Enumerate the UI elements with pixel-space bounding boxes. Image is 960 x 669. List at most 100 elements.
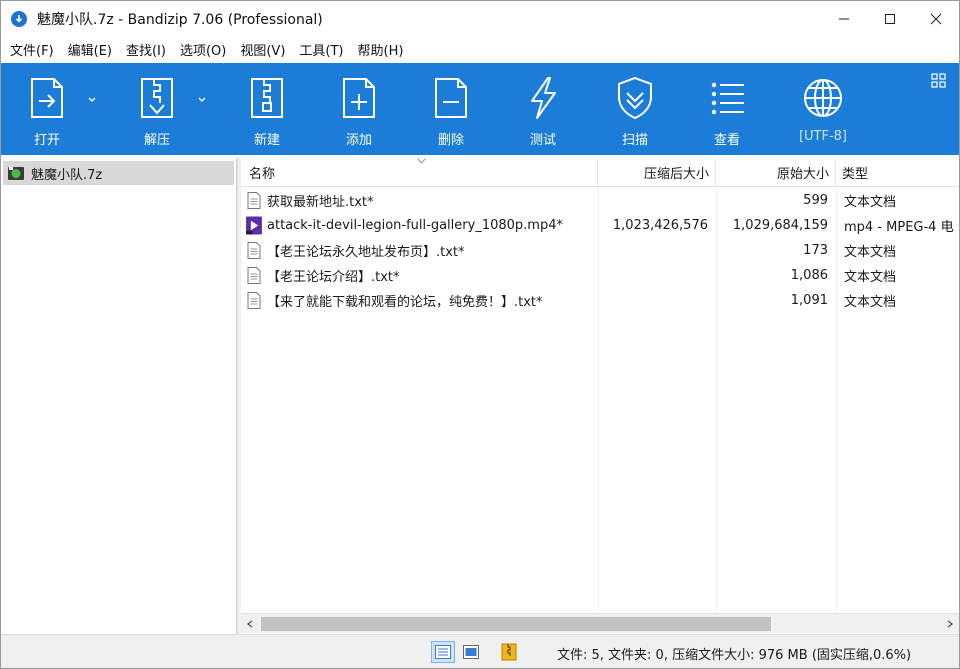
add-label: 添加 <box>345 133 372 148</box>
file-compressed-size: 1,023,426,576 <box>612 218 708 233</box>
open-button[interactable]: 打开 <box>1 63 96 155</box>
menu-bar: 文件(F) 编辑(E) 查找(I) 选项(O) 视图(V) 工具(T) 帮助(H… <box>1 37 959 61</box>
menu-file[interactable]: 文件(F) <box>5 40 59 59</box>
column-header-name[interactable]: 名称 <box>241 158 598 187</box>
text-file-icon <box>247 267 261 284</box>
status-summary: 文件: 5, 文件夹: 0, 压缩文件大小: 976 MB (固实压缩,0.6%… <box>557 648 912 663</box>
new-archive-button[interactable]: 新建 <box>221 63 313 155</box>
extract-dropdown-icon[interactable] <box>197 95 207 105</box>
grid-layout-icon <box>931 73 946 88</box>
delete-file-icon <box>435 78 467 118</box>
title-bar: 魅魔小队.7z - Bandizip 7.06 (Professional) <box>1 1 959 37</box>
column-name-label: 名称 <box>249 167 276 182</box>
menu-view[interactable]: 视图(V) <box>235 40 290 59</box>
view-label: 查看 <box>713 133 740 148</box>
archive-info-button[interactable] <box>497 641 521 663</box>
scroll-thumb[interactable] <box>261 617 771 631</box>
view-button[interactable]: 查看 <box>681 63 773 155</box>
file-row[interactable]: 【来了就能下载和观看的论坛，纯免费！】.txt* 1,091 文本文档 <box>241 288 959 313</box>
file-name: 获取最新地址.txt* <box>267 195 374 210</box>
zip-archive-icon <box>501 643 517 661</box>
list-view-icon <box>711 82 744 115</box>
file-name: 【老王论坛永久地址发布页】.txt* <box>267 245 465 260</box>
menu-help[interactable]: 帮助(H) <box>353 40 409 59</box>
details-view-button[interactable] <box>431 641 455 663</box>
horizontal-scrollbar[interactable] <box>241 613 959 633</box>
file-name: 【老王论坛介绍】.txt* <box>267 270 400 285</box>
file-type: 文本文档 <box>844 245 897 260</box>
file-row[interactable]: attack-it-devil-legion-full-gallery_1080… <box>241 213 959 238</box>
lightning-icon <box>531 77 556 119</box>
tree-item-label: 魅魔小队.7z <box>31 167 103 183</box>
minimize-icon <box>839 18 849 20</box>
menu-find[interactable]: 查找(I) <box>121 40 171 59</box>
file-name: 【来了就能下载和观看的论坛，纯免费！】.txt* <box>267 295 543 310</box>
text-file-icon <box>247 292 261 309</box>
new-archive-icon <box>251 78 283 118</box>
text-file-icon <box>247 242 261 259</box>
extract-button[interactable]: 解压 <box>111 63 206 155</box>
test-button[interactable]: 测试 <box>497 63 589 155</box>
file-row[interactable]: 获取最新地址.txt* 599 文本文档 <box>241 188 959 213</box>
file-row[interactable]: 【老王论坛永久地址发布页】.txt* 173 文本文档 <box>241 238 959 263</box>
scroll-left-button[interactable] <box>241 614 259 634</box>
layout-toggle-button[interactable] <box>931 73 947 89</box>
folder-tree-pane: 魅魔小队.7z <box>1 158 237 668</box>
status-bar: 文件: 5, 文件夹: 0, 压缩文件大小: 976 MB (固实压缩,0.6%… <box>1 634 959 668</box>
open-label: 打开 <box>33 133 60 148</box>
preview-view-button[interactable] <box>459 641 483 663</box>
chevron-left-icon <box>246 620 253 628</box>
archive-icon <box>8 167 24 180</box>
minimize-button[interactable] <box>821 1 867 37</box>
column-header-type[interactable]: 类型 <box>836 158 959 187</box>
file-type: 文本文档 <box>844 195 897 210</box>
file-type: 文本文档 <box>844 295 897 310</box>
column-type-label: 类型 <box>842 167 869 182</box>
file-type: 文本文档 <box>844 270 897 285</box>
column-compressed-label: 压缩后大小 <box>643 167 709 182</box>
scroll-right-button[interactable] <box>941 614 959 634</box>
file-row[interactable]: 【老王论坛介绍】.txt* 1,086 文本文档 <box>241 263 959 288</box>
bandizip-window: 魅魔小队.7z - Bandizip 7.06 (Professional) 文… <box>0 0 960 669</box>
close-icon <box>930 13 942 25</box>
file-original-size: 173 <box>803 243 828 258</box>
column-header-original[interactable]: 原始大小 <box>716 158 836 187</box>
list-header: 名称 压缩后大小 原始大小 类型 <box>241 158 959 187</box>
column-original-label: 原始大小 <box>776 167 829 182</box>
test-label: 测试 <box>529 133 556 148</box>
file-compressed-size <box>598 188 716 213</box>
file-name: attack-it-devil-legion-full-gallery_1080… <box>267 218 563 233</box>
window-title: 魅魔小队.7z - Bandizip 7.06 (Professional) <box>37 12 323 28</box>
tree-item-archive-root[interactable]: 魅魔小队.7z <box>3 161 234 185</box>
open-dropdown-icon[interactable] <box>87 95 97 105</box>
video-file-icon <box>246 216 262 235</box>
menu-edit[interactable]: 编辑(E) <box>63 40 117 59</box>
add-file-icon <box>343 78 375 118</box>
shield-icon <box>618 76 652 120</box>
encoding-button[interactable]: [UTF-8] <box>773 63 873 155</box>
extract-icon <box>141 78 173 118</box>
scan-button[interactable]: 扫描 <box>589 63 681 155</box>
maximize-button[interactable] <box>867 1 913 37</box>
menu-tools[interactable]: 工具(T) <box>294 40 348 59</box>
file-type: mp4 - MPEG-4 电 <box>844 220 954 235</box>
new-label: 新建 <box>253 133 280 148</box>
add-button[interactable]: 添加 <box>313 63 405 155</box>
menu-options[interactable]: 选项(O) <box>175 40 231 59</box>
bandizip-logo-icon <box>11 11 27 27</box>
close-button[interactable] <box>913 1 959 37</box>
delete-label: 删除 <box>437 133 464 148</box>
file-original-size: 1,091 <box>790 293 828 308</box>
scan-label: 扫描 <box>621 133 648 148</box>
sort-descending-icon <box>417 158 426 164</box>
delete-button[interactable]: 删除 <box>405 63 497 155</box>
globe-icon <box>804 79 842 117</box>
file-original-size: 599 <box>803 193 828 208</box>
text-file-icon <box>247 192 261 209</box>
open-icon <box>31 78 63 118</box>
details-view-icon <box>435 645 451 659</box>
column-header-compressed[interactable]: 压缩后大小 <box>598 158 716 187</box>
file-compressed-size <box>598 263 716 288</box>
toolbar: 打开 解压 新建 添加 删除 测试 扫描 查看 [UTF-8] <box>1 63 959 155</box>
file-compressed-size <box>598 238 716 263</box>
